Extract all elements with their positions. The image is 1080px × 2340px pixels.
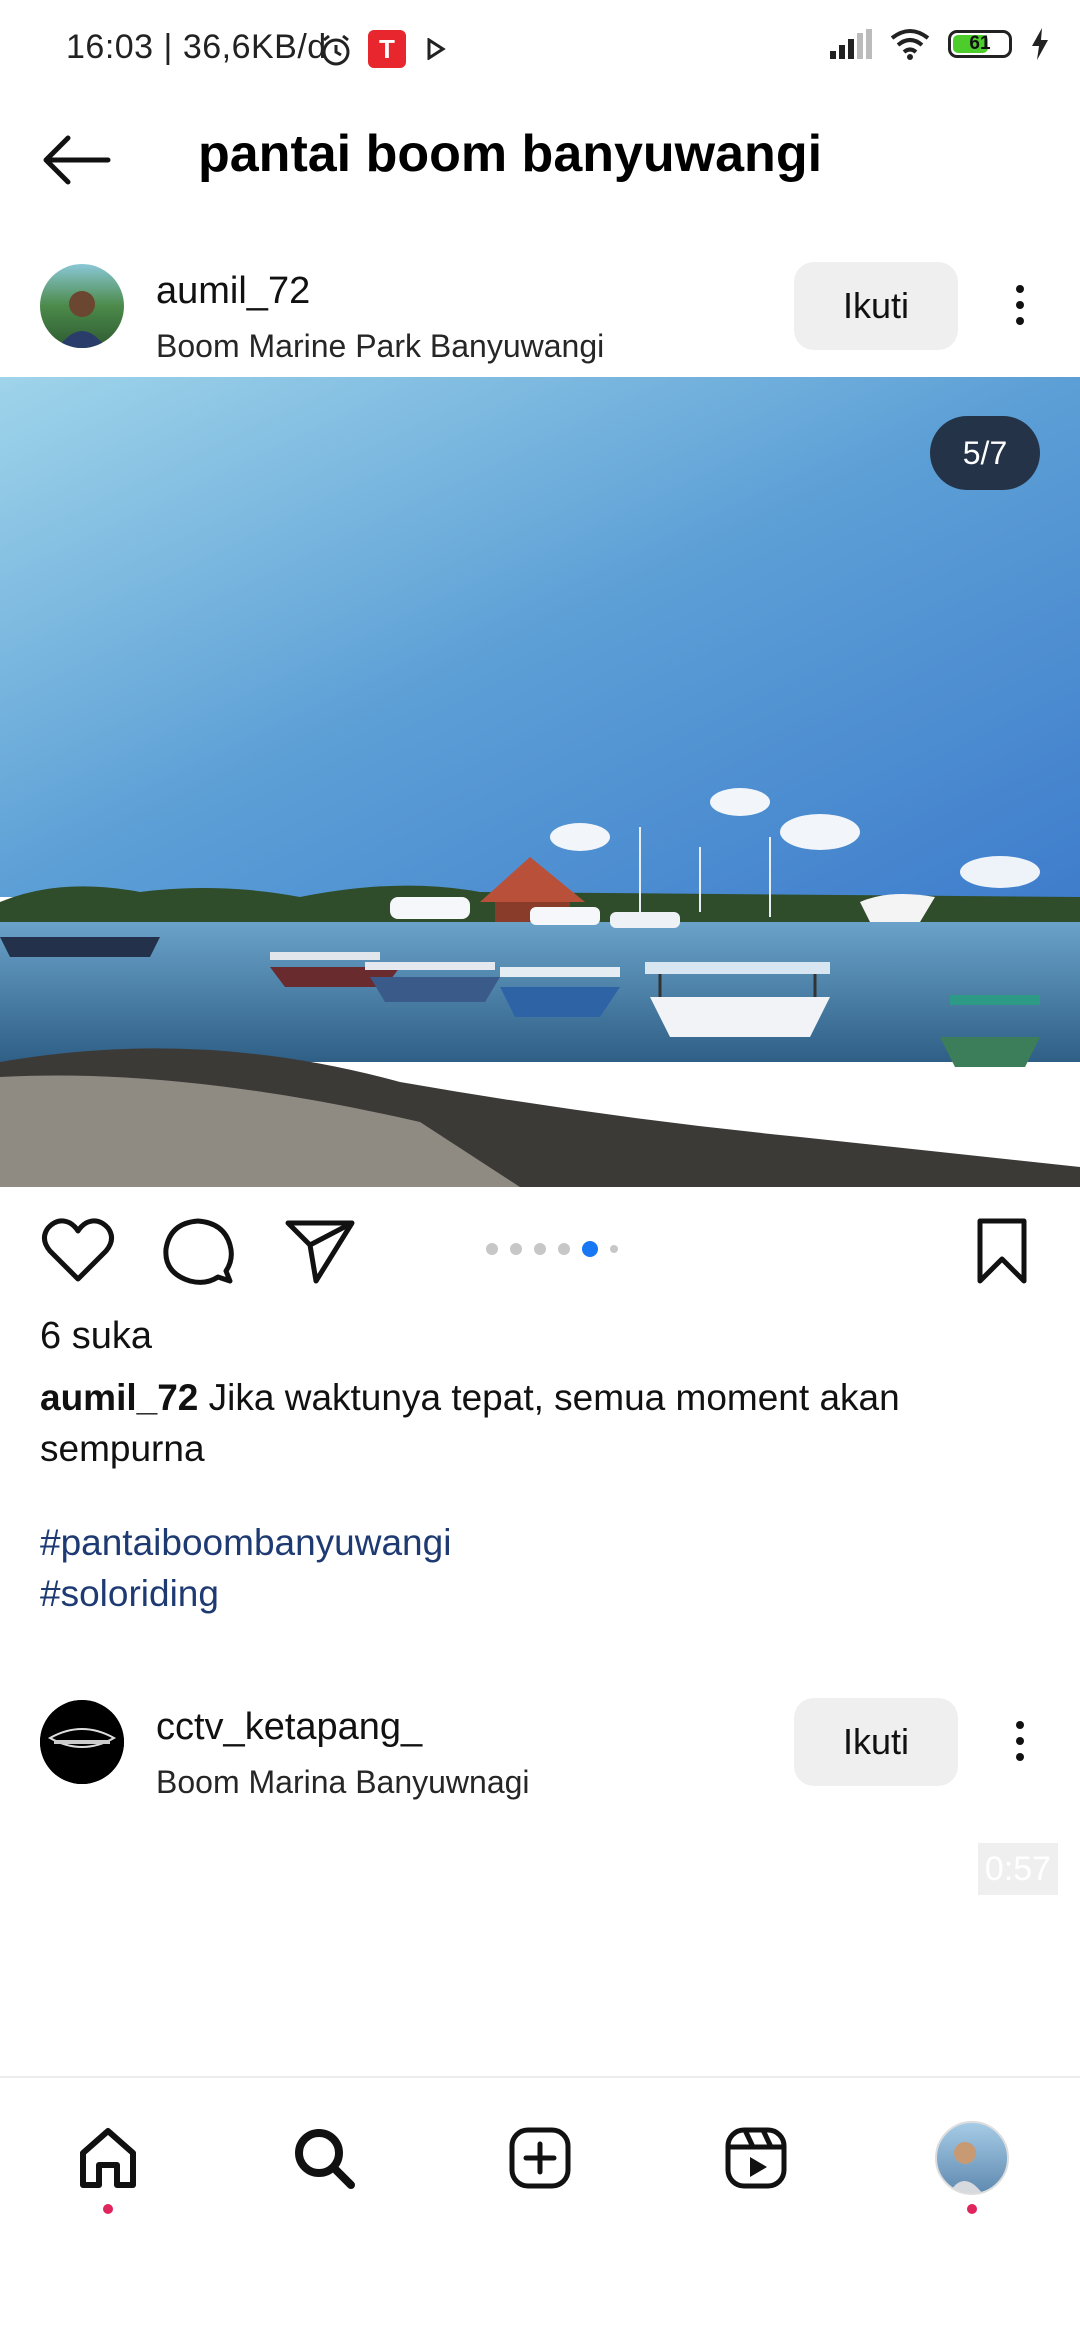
reels-icon <box>725 2127 787 2189</box>
signal-icon <box>830 29 872 59</box>
create-icon <box>509 2127 571 2189</box>
caption-username[interactable]: aumil_72 <box>40 1377 198 1418</box>
carousel-dot <box>534 1243 546 1255</box>
carousel-counter: 5/7 <box>930 416 1040 490</box>
comment-icon <box>163 1218 234 1285</box>
post1-more-button[interactable] <box>1000 260 1040 350</box>
status-bar: 16:03 | 36,6KB/d T 61 <box>0 0 1080 100</box>
post1-avatar[interactable] <box>40 264 124 348</box>
save-button[interactable] <box>972 1215 1032 1287</box>
hashtag-link[interactable]: #soloriding <box>40 1573 219 1615</box>
bottom-nav <box>0 2076 1080 2218</box>
back-arrow-icon <box>43 135 111 185</box>
battery-icon: 61 <box>948 30 1012 58</box>
post2-avatar[interactable] <box>40 1700 124 1784</box>
nav-reels[interactable] <box>716 2118 796 2198</box>
more-dot <box>1016 317 1024 325</box>
more-dot <box>1016 285 1024 293</box>
harbor-photo <box>0 377 1080 1187</box>
home-notification-dot <box>103 2204 113 2214</box>
video-duration: 0:57 <box>978 1843 1058 1895</box>
nav-create[interactable] <box>500 2118 580 2198</box>
app-notification-icon: T <box>368 30 406 68</box>
post1-photo[interactable] <box>0 377 1080 1187</box>
status-time: 16:03 | 36,6KB/d <box>66 28 327 66</box>
post2-follow-button[interactable]: Ikuti <box>794 1698 958 1786</box>
carousel-dot <box>510 1243 522 1255</box>
nav-profile[interactable] <box>932 2118 1012 2214</box>
post2-more-button[interactable] <box>1000 1696 1040 1786</box>
carousel-dot <box>558 1243 570 1255</box>
more-dot <box>1016 1737 1024 1745</box>
share-icon <box>285 1220 355 1284</box>
profile-icon <box>935 2121 1009 2195</box>
like-button[interactable] <box>40 1215 116 1287</box>
hashtag-link[interactable]: #pantaiboombanyuwangi <box>40 1522 451 1564</box>
post1-location[interactable]: Boom Marine Park Banyuwangi <box>156 328 604 365</box>
more-dot <box>1016 301 1024 309</box>
wifi-icon <box>890 29 930 60</box>
post1-username[interactable]: aumil_72 <box>156 270 310 313</box>
carousel-dot <box>610 1245 618 1253</box>
carousel-dot <box>486 1243 498 1255</box>
home-icon <box>80 2128 136 2188</box>
back-button[interactable] <box>38 130 114 190</box>
page-title: pantai boom banyuwangi <box>198 125 823 183</box>
bookmark-icon <box>977 1218 1027 1284</box>
nav-home[interactable] <box>68 2118 148 2214</box>
carousel-dot-active <box>582 1241 598 1257</box>
carousel-dots <box>486 1241 618 1257</box>
post1-caption: aumil_72 Jika waktunya tepat, semua mome… <box>40 1372 1040 1474</box>
alarm-icon <box>322 34 350 66</box>
likes-count[interactable]: 6 suka <box>40 1315 152 1358</box>
heart-icon <box>42 1218 114 1282</box>
play-store-icon <box>427 38 446 60</box>
profile-notification-dot <box>967 2204 977 2214</box>
charging-icon <box>1032 28 1048 60</box>
post1-follow-button[interactable]: Ikuti <box>794 262 958 350</box>
nav-search[interactable] <box>284 2118 364 2198</box>
comment-button[interactable] <box>160 1215 236 1287</box>
post2-location[interactable]: Boom Marina Banyuwnagi <box>156 1764 530 1801</box>
more-dot <box>1016 1753 1024 1761</box>
status-icons: 61 <box>830 28 1050 60</box>
more-dot <box>1016 1721 1024 1729</box>
share-button[interactable] <box>282 1215 358 1287</box>
post2-username[interactable]: cctv_ketapang_ <box>156 1706 422 1749</box>
search-icon <box>295 2129 355 2189</box>
